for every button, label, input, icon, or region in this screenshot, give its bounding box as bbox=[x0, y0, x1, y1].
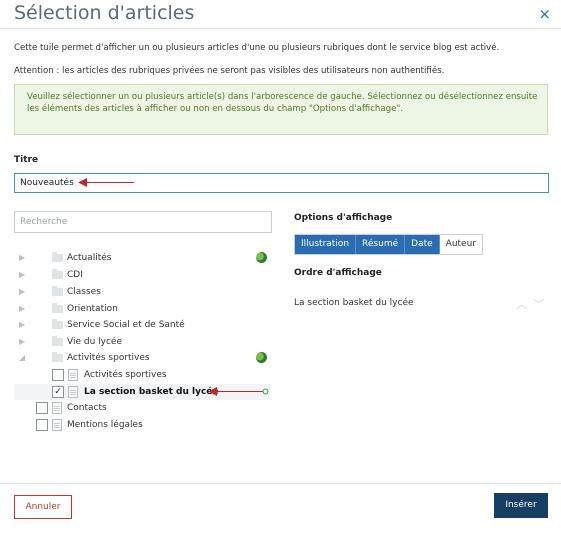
tree-item-label: Vie du lycée bbox=[67, 337, 122, 347]
move-down-icon[interactable]: ﹀ bbox=[533, 298, 550, 311]
annotation-arrow-head bbox=[78, 178, 87, 187]
annotation-arrow-line bbox=[80, 182, 134, 183]
insert-button[interactable]: Insérer bbox=[494, 493, 548, 518]
tree-item-label: Classes bbox=[67, 287, 101, 297]
document-icon bbox=[68, 369, 78, 381]
footer-divider bbox=[0, 483, 561, 484]
expand-arrow-icon[interactable]: ▶ bbox=[19, 250, 25, 266]
expand-arrow-icon[interactable]: ▶ bbox=[19, 267, 25, 283]
tree-search-input[interactable]: Recherche bbox=[14, 211, 272, 233]
tree-item-label: Service Social et de Santé bbox=[67, 320, 185, 330]
checkbox[interactable] bbox=[52, 369, 64, 381]
tree-item-contacts[interactable]: Contacts bbox=[14, 400, 270, 416]
checkbox-checked[interactable]: ✓ bbox=[52, 386, 64, 398]
annotation-arrow-line bbox=[212, 391, 266, 392]
option-illustration-button[interactable]: Illustration bbox=[295, 235, 357, 254]
tree-item-label: Orientation bbox=[67, 304, 118, 314]
folder-icon bbox=[52, 286, 63, 296]
folder-icon bbox=[52, 336, 63, 346]
move-up-icon[interactable]: ︿ bbox=[516, 298, 533, 311]
close-icon[interactable]: × bbox=[538, 5, 551, 23]
folder-icon bbox=[52, 303, 63, 313]
tree-item-actualites[interactable]: ▶ Actualités bbox=[14, 250, 270, 266]
tree-item-cdi[interactable]: ▶ CDI bbox=[14, 267, 270, 283]
titre-input[interactable]: Nouveautés bbox=[14, 173, 549, 193]
document-icon bbox=[52, 419, 62, 431]
globe-icon bbox=[256, 352, 267, 363]
display-options-title: Options d'affichage bbox=[294, 213, 393, 223]
document-icon bbox=[68, 386, 78, 398]
tree-item-label: Actualités bbox=[67, 253, 112, 263]
option-auteur-button[interactable]: Auteur bbox=[439, 235, 482, 254]
tree-item-vie-du-lycee[interactable]: ▶ Vie du lycée bbox=[14, 334, 270, 350]
info-text-2: les éléments des articles à afficher ou … bbox=[27, 104, 404, 114]
expand-arrow-icon[interactable]: ▶ bbox=[19, 317, 25, 333]
tree-item-label: Contacts bbox=[67, 403, 107, 413]
tree-item-service-social[interactable]: ▶ Service Social et de Santé bbox=[14, 317, 270, 333]
globe-icon bbox=[256, 252, 267, 263]
checkbox[interactable] bbox=[36, 402, 48, 414]
intro-text-2: Attention : les articles des rubriques p… bbox=[14, 66, 445, 76]
tree-item-orientation[interactable]: ▶ Orientation bbox=[14, 301, 270, 317]
tree-item-section-basket[interactable]: ✓ La section basket du lycée bbox=[14, 384, 270, 400]
annotation-dot bbox=[262, 388, 269, 395]
tree-item-label: La section basket du lycée bbox=[84, 387, 219, 397]
tree-item-label: Activités sportives bbox=[84, 370, 167, 380]
expand-arrow-icon[interactable]: ▶ bbox=[19, 334, 25, 350]
intro-text-1: Cette tuile permet d'afficher un ou plus… bbox=[14, 43, 500, 53]
header-divider bbox=[0, 28, 561, 29]
annotation-arrow-head bbox=[208, 387, 217, 396]
expand-arrow-icon[interactable]: ▶ bbox=[19, 284, 25, 300]
tree-item-label: Activités sportives bbox=[67, 353, 150, 363]
folder-icon bbox=[52, 252, 63, 262]
order-list-item[interactable]: La section basket du lycée bbox=[294, 298, 414, 308]
tree-item-classes[interactable]: ▶ Classes bbox=[14, 284, 270, 300]
tree-item-activites-sportives[interactable]: ◢ Activités sportives bbox=[14, 350, 270, 366]
order-arrows: ︿﹀ bbox=[516, 296, 550, 312]
option-date-button[interactable]: Date bbox=[405, 235, 440, 254]
tree-item-mentions-legales[interactable]: Mentions légales bbox=[14, 417, 270, 433]
folder-icon bbox=[52, 269, 63, 279]
display-order-title: Ordre d'affichage bbox=[294, 268, 382, 278]
expand-arrow-icon[interactable]: ▶ bbox=[19, 301, 25, 317]
collapse-arrow-icon[interactable]: ◢ bbox=[19, 350, 25, 366]
info-text-1: Veuillez sélectionner un ou plusieurs ar… bbox=[27, 92, 538, 102]
document-icon bbox=[52, 402, 62, 414]
tree-item-label: CDI bbox=[67, 270, 83, 280]
tree-item-label: Mentions légales bbox=[67, 420, 143, 430]
dialog-title: Sélection d'articles bbox=[14, 2, 195, 24]
folder-icon bbox=[52, 352, 63, 362]
cancel-button[interactable]: Annuler bbox=[14, 495, 72, 519]
option-resume-button[interactable]: Résumé bbox=[356, 235, 406, 254]
tree-item-activites-sportives-article[interactable]: Activités sportives bbox=[14, 367, 270, 383]
display-options-group: Illustration Résumé Date Auteur bbox=[294, 234, 483, 255]
info-box: Veuillez sélectionner un ou plusieurs ar… bbox=[14, 84, 548, 135]
checkbox[interactable] bbox=[36, 419, 48, 431]
titre-label: Titre bbox=[14, 155, 39, 165]
folder-icon bbox=[52, 319, 63, 329]
